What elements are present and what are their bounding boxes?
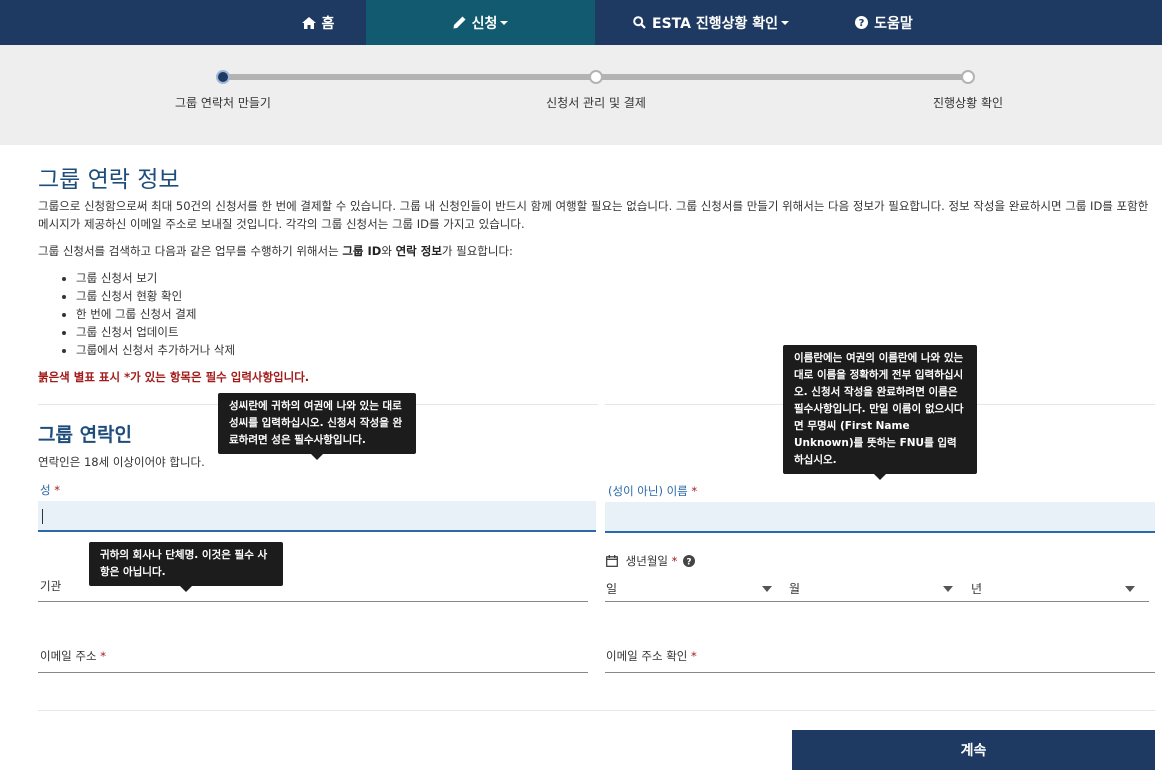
chevron-down-icon (780, 20, 789, 25)
required-mark: * (671, 554, 678, 568)
section-title: 그룹 연락인 (38, 424, 133, 446)
svg-text:?: ? (686, 557, 691, 567)
text-cursor (42, 509, 43, 524)
dob-label-text: 생년월일 (625, 554, 668, 568)
nav-apply[interactable]: 신청 (366, 0, 595, 45)
required-mark: * (54, 483, 60, 497)
chevron-down-icon (500, 20, 509, 25)
dob-month-select[interactable]: 월 (789, 580, 957, 600)
organization-tooltip-text: 귀하의 회사나 단체명. 이것은 필수 사항은 아닙니다. (100, 549, 268, 578)
required-mark: * (691, 484, 698, 498)
organization-label: 기관 (40, 579, 62, 593)
tooltip-arrow (311, 454, 323, 460)
organization-tooltip: 귀하의 회사나 단체명. 이것은 필수 사항은 아닙니다. (89, 542, 283, 592)
givenname-input[interactable] (605, 502, 1155, 533)
progress-band: 그룹 연락처 만들기 신청서 관리 및 결제 진행상황 확인 (0, 45, 1162, 145)
chevron-down-icon (762, 586, 772, 592)
nav-home[interactable]: 홈 (270, 0, 366, 45)
surname-label-text: 성 (40, 483, 51, 497)
intro2-prefix: 그룹 신청서를 검색하고 다음과 같은 업무를 수행하기 위해서는 (38, 244, 343, 258)
dob-year-select[interactable]: 년 (971, 580, 1139, 600)
step-label-2: 신청서 관리 및 결제 (546, 96, 646, 110)
dob-label: 생년월일 * ? (606, 553, 696, 570)
step-label-1: 그룹 연락처 만들기 (175, 96, 271, 110)
email-input[interactable] (38, 672, 588, 673)
step-label-3: 진행상황 확인 (932, 96, 1004, 110)
surname-input[interactable] (38, 501, 596, 532)
pencil-icon (453, 16, 466, 29)
surname-label: 성 * (40, 482, 60, 498)
tooltip-arrow (874, 474, 886, 480)
list-item: 그룹에서 신청서 추가하거나 삭제 (76, 341, 235, 359)
surname-tooltip: 성씨란에 귀하의 여권에 나와 있는 대로 성씨를 입력하십시오. 신청서 작성… (218, 393, 416, 460)
nav-help-label: 도움말 (874, 15, 913, 32)
step-dot-3 (961, 70, 975, 84)
givenname-tooltip: 이름란에는 여권의 이름란에 나와 있는 대로 이름을 정확하게 전부 입력하십… (783, 345, 977, 480)
surname-tooltip-text: 성씨란에 귀하의 여권에 나와 있는 대로 성씨를 입력하십시오. 신청서 작성… (229, 400, 403, 446)
givenname-tooltip-text: 이름란에는 여권의 이름란에 나와 있는 대로 이름을 정확하게 전부 입력하십… (794, 352, 964, 466)
nav-home-label: 홈 (321, 15, 335, 32)
email-confirm-input[interactable] (605, 672, 1155, 673)
tooltip-arrow (180, 586, 192, 592)
intro-paragraph-2: 그룹 신청서를 검색하고 다음과 같은 업무를 수행하기 위해서는 그룹 ID와… (38, 243, 513, 259)
intro2-bold-contact: 연락 정보 (395, 244, 442, 258)
dob-day-value: 일 (606, 582, 618, 596)
required-mark: * (691, 649, 697, 663)
intro2-bold-group-id: 그룹 ID (342, 244, 382, 258)
dob-underline (605, 601, 1149, 602)
list-item: 그룹 신청서 업데이트 (76, 323, 235, 341)
chevron-down-icon (943, 586, 953, 592)
divider (38, 710, 1155, 711)
task-list: 그룹 신청서 보기 그룹 신청서 현황 확인 한 번에 그룹 신청서 결제 그룹… (76, 269, 235, 359)
email-label-text: 이메일 주소 (40, 649, 97, 663)
list-item: 그룹 신청서 현황 확인 (76, 287, 235, 305)
help-circle-icon[interactable]: ? (683, 555, 696, 570)
required-note: 붉은색 별표 표시 *가 있는 항목은 필수 입력사항입니다. (38, 370, 310, 384)
page-title: 그룹 연락 정보 (38, 167, 180, 193)
intro2-mid: 와 (381, 244, 396, 258)
top-navbar: 홈 신청 ESTA 진행상황 확인 ? 도움말 (0, 0, 1162, 45)
givenname-label: (성이 아닌) 이름 * (608, 483, 697, 499)
nav-status-label: ESTA 진행상황 확인 (652, 15, 778, 32)
dob-day-select[interactable]: 일 (606, 580, 776, 600)
dob-year-value: 년 (971, 582, 983, 596)
step-dot-2 (589, 70, 603, 84)
home-icon (301, 16, 316, 29)
help-circle-icon: ? (855, 16, 869, 29)
email-label: 이메일 주소 * (40, 648, 106, 664)
list-item: 그룹 신청서 보기 (76, 269, 235, 287)
nav-help[interactable]: ? 도움말 (827, 0, 941, 45)
required-mark: * (100, 649, 106, 663)
dob-month-value: 월 (789, 582, 801, 596)
step-dot-1 (216, 70, 230, 84)
nav-apply-label: 신청 (471, 15, 498, 32)
calendar-icon (606, 555, 618, 570)
email-confirm-label: 이메일 주소 확인 * (606, 648, 697, 664)
list-item: 한 번에 그룹 신청서 결제 (76, 305, 235, 323)
section-note: 연락인은 18세 이상이어야 합니다. (38, 455, 205, 469)
intro2-suffix: 가 필요합니다: (441, 244, 513, 258)
organization-input[interactable] (38, 601, 588, 602)
svg-text:?: ? (859, 18, 865, 29)
intro-paragraph: 그룹으로 신청함으로써 최대 50건의 신청서를 한 번에 결제할 수 있습니다… (38, 199, 1149, 231)
chevron-down-icon (1125, 586, 1135, 592)
search-icon (633, 16, 646, 29)
email-confirm-label-text: 이메일 주소 확인 (606, 649, 688, 663)
continue-button[interactable]: 계속 (792, 730, 1155, 770)
givenname-label-text: (성이 아닌) 이름 (608, 484, 688, 498)
nav-status[interactable]: ESTA 진행상황 확인 (595, 0, 827, 45)
